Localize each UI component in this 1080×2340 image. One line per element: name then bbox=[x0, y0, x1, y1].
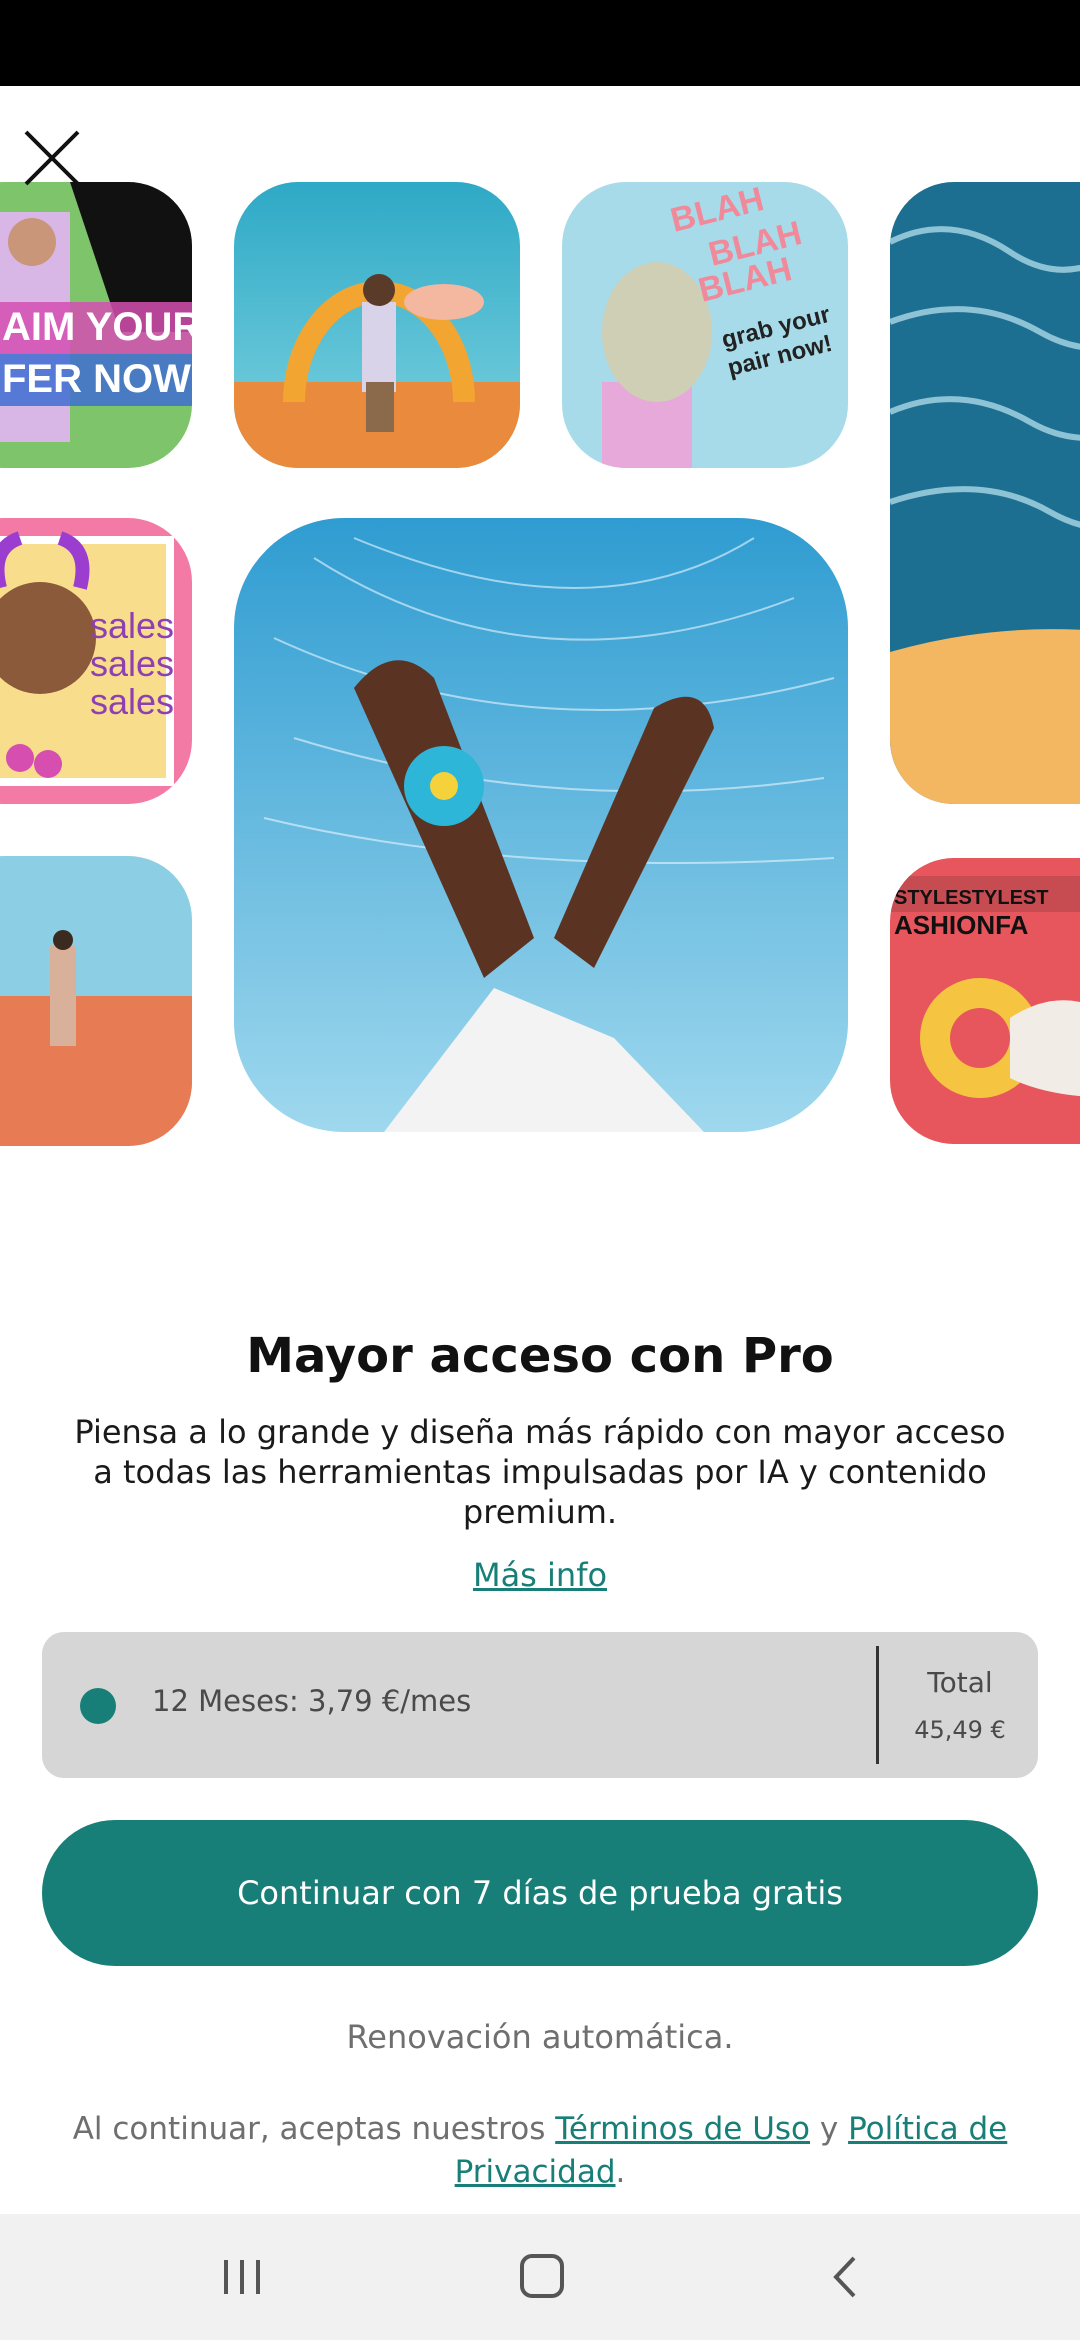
plan-label: 12 Meses: 3,79 €/mes bbox=[152, 1684, 472, 1718]
close-button[interactable] bbox=[22, 128, 82, 188]
recent-apps-button[interactable] bbox=[212, 2252, 272, 2302]
status-bar bbox=[0, 0, 1080, 86]
more-info-link[interactable]: Más info bbox=[0, 1556, 1080, 1594]
system-nav-bar bbox=[0, 2214, 1080, 2340]
auto-renewal-note: Renovación automática. bbox=[346, 2018, 734, 2056]
terms-link[interactable]: Términos de Uso bbox=[555, 2111, 810, 2147]
gallery-tile-sneakers: BLAH BLAH BLAH grab your pair now! bbox=[562, 182, 848, 468]
gallery-tile-desert-arch bbox=[234, 182, 520, 468]
gallery-tile-fashion: STYLESTYLEST ASHIONFA bbox=[890, 858, 1080, 1144]
legal-text: Al continuar, aceptas nuestros Términos … bbox=[60, 2108, 1020, 2194]
plan-divider bbox=[876, 1646, 879, 1764]
sales-text-3: sales bbox=[90, 681, 174, 722]
page-title: Mayor acceso con Pro bbox=[246, 1328, 834, 1384]
home-icon bbox=[520, 2254, 564, 2298]
fashion-text-1: STYLESTYLEST bbox=[894, 887, 1048, 909]
plan-total-value: 45,49 € bbox=[914, 1716, 1006, 1744]
plan-option-12-months[interactable]: 12 Meses: 3,79 €/mes Total 45,49 € bbox=[42, 1632, 1038, 1778]
close-icon bbox=[24, 130, 80, 186]
legal-connector: y bbox=[810, 2111, 849, 2147]
legal-prefix: Al continuar, aceptas nuestros bbox=[72, 2111, 556, 2147]
gallery-tile-hands bbox=[234, 518, 848, 1132]
promo-text-1: AIM YOUR bbox=[2, 305, 192, 349]
image-gallery: AIM YOUR FER NOW! BLAH BLAH BLAH grab yo… bbox=[0, 86, 1080, 1246]
gallery-tile-sales: sales sales sales bbox=[0, 518, 192, 804]
back-icon bbox=[833, 2256, 856, 2298]
fashion-text-2: ASHIONFA bbox=[894, 910, 1029, 940]
sales-text-1: sales bbox=[90, 605, 174, 646]
back-button[interactable] bbox=[816, 2252, 876, 2302]
promo-text-2: FER NOW! bbox=[2, 357, 192, 401]
sales-text-2: sales bbox=[90, 643, 174, 684]
plan-total-label: Total bbox=[927, 1666, 993, 1699]
continue-free-trial-button[interactable]: Continuar con 7 días de prueba gratis bbox=[42, 1820, 1038, 1966]
gallery-tile-promo: AIM YOUR FER NOW! bbox=[0, 182, 192, 468]
page-subtitle: Piensa a lo grande y diseña más rápido c… bbox=[74, 1413, 1006, 1531]
recent-apps-icon bbox=[224, 2260, 260, 2294]
home-button[interactable] bbox=[512, 2252, 572, 2302]
radio-selected-icon bbox=[80, 1688, 116, 1724]
gallery-tile-ocean bbox=[890, 182, 1080, 804]
legal-suffix: . bbox=[615, 2154, 626, 2190]
gallery-tile-desert-walker bbox=[0, 856, 192, 1146]
